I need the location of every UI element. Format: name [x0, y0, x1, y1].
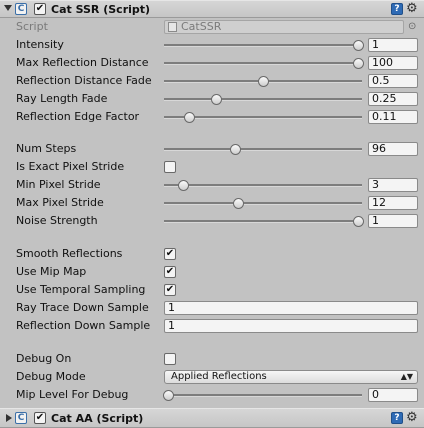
num-steps-label: Num Steps [16, 142, 77, 155]
is-exact-pixel-stride-label: Is Exact Pixel Stride [16, 160, 125, 173]
csharp-script-icon: C [15, 412, 27, 424]
debug-mode-selected-value: Applied Reflections [171, 371, 267, 382]
foldout-arrow-icon[interactable] [6, 414, 12, 422]
ray-trace-down-sample-field[interactable]: 1 [164, 301, 418, 315]
component-header-cat-aa[interactable]: C ✔ Cat AA (Script) ? ⚙ [0, 408, 424, 428]
reflection-distance-fade-label: Reflection Distance Fade [16, 74, 152, 87]
slider-track [164, 98, 362, 101]
ray-length-fade-label: Ray Length Fade [16, 92, 108, 105]
smooth-reflections-label: Smooth Reflections [16, 247, 123, 260]
intensity-slider[interactable] [164, 38, 364, 52]
ray-length-fade-slider[interactable] [164, 92, 362, 106]
debug-mode-label: Debug Mode [16, 370, 86, 383]
component-title: Cat AA (Script) [51, 412, 144, 425]
gear-icon[interactable]: ⚙ [406, 1, 418, 16]
use-mip-map-label: Use Mip Map [16, 265, 87, 278]
script-label: Script [16, 20, 48, 33]
ray-length-fade-field[interactable]: 0.25 [368, 92, 418, 106]
mip-level-for-debug-label: Mip Level For Debug [16, 388, 129, 401]
reflection-distance-fade-field[interactable]: 0.5 [368, 74, 418, 88]
min-pixel-stride-label: Min Pixel Stride [16, 178, 101, 191]
debug-on-label: Debug On [16, 352, 72, 365]
component-header-cat-ssr[interactable]: C ✔ Cat SSR (Script) ? ⚙ [0, 0, 424, 18]
mip-level-for-debug-field[interactable]: 0 [368, 388, 418, 402]
max-pixel-stride-slider[interactable] [164, 196, 362, 210]
component-title: Cat SSR (Script) [51, 3, 151, 16]
intensity-field[interactable]: 1 [368, 38, 418, 52]
foldout-arrow-icon[interactable] [4, 5, 12, 11]
debug-mode-dropdown[interactable]: Applied Reflections ▲▼ [164, 370, 418, 384]
max-reflection-distance-slider[interactable] [164, 56, 364, 70]
script-object-value: CatSSR [181, 20, 222, 33]
is-exact-pixel-stride-checkbox[interactable] [164, 161, 176, 173]
min-pixel-stride-field[interactable]: 3 [368, 178, 418, 192]
slider-thumb[interactable] [353, 40, 364, 51]
component-enabled-checkbox[interactable]: ✔ [34, 412, 46, 424]
intensity-label: Intensity [16, 38, 64, 51]
slider-track [164, 62, 362, 65]
reflection-down-sample-field[interactable]: 1 [164, 319, 418, 333]
use-temporal-sampling-label: Use Temporal Sampling [16, 283, 146, 296]
min-pixel-stride-slider[interactable] [164, 178, 362, 192]
debug-on-checkbox[interactable] [164, 353, 176, 365]
num-steps-field[interactable]: 96 [368, 142, 418, 156]
slider-thumb[interactable] [163, 390, 174, 401]
reflection-edge-factor-label: Reflection Edge Factor [16, 110, 140, 123]
script-object-field[interactable]: CatSSR [164, 20, 404, 34]
slider-thumb[interactable] [178, 180, 190, 191]
help-icon[interactable]: ? [391, 3, 403, 15]
reflection-distance-fade-slider[interactable] [164, 74, 362, 88]
slider-thumb[interactable] [233, 198, 245, 209]
max-pixel-stride-label: Max Pixel Stride [16, 196, 104, 209]
slider-thumb[interactable] [353, 58, 364, 69]
component-enabled-checkbox[interactable]: ✔ [34, 3, 46, 15]
noise-strength-slider[interactable] [164, 214, 364, 228]
max-reflection-distance-label: Max Reflection Distance [16, 56, 149, 69]
gear-icon[interactable]: ⚙ [406, 410, 418, 425]
help-icon[interactable]: ? [391, 412, 403, 424]
csharp-script-icon: C [15, 3, 27, 15]
use-mip-map-checkbox[interactable]: ✔ [164, 266, 176, 278]
max-pixel-stride-field[interactable]: 12 [368, 196, 418, 210]
ray-trace-down-sample-label: Ray Trace Down Sample [16, 301, 149, 314]
slider-track [164, 220, 362, 223]
slider-track [164, 202, 362, 205]
mip-level-for-debug-slider[interactable] [163, 388, 362, 402]
script-asset-icon [168, 22, 177, 32]
max-reflection-distance-field[interactable]: 100 [368, 56, 418, 70]
noise-strength-field[interactable]: 1 [368, 214, 418, 228]
slider-track [164, 184, 362, 187]
use-temporal-sampling-checkbox[interactable]: ✔ [164, 284, 176, 296]
slider-thumb[interactable] [210, 94, 222, 105]
object-picker-icon[interactable]: ⊙ [408, 21, 416, 32]
slider-track [164, 394, 362, 397]
slider-track [164, 148, 362, 151]
slider-thumb[interactable] [353, 216, 364, 227]
reflection-down-sample-label: Reflection Down Sample [16, 319, 151, 332]
smooth-reflections-checkbox[interactable]: ✔ [164, 248, 176, 260]
reflection-edge-factor-slider[interactable] [164, 110, 362, 124]
dropdown-arrows-icon: ▲▼ [400, 372, 413, 381]
slider-thumb[interactable] [258, 76, 269, 87]
slider-track [164, 44, 362, 47]
slider-thumb[interactable] [229, 144, 241, 155]
noise-strength-label: Noise Strength [16, 214, 98, 227]
num-steps-slider[interactable] [164, 142, 362, 156]
reflection-edge-factor-field[interactable]: 0.11 [368, 110, 418, 124]
slider-thumb[interactable] [183, 112, 195, 123]
